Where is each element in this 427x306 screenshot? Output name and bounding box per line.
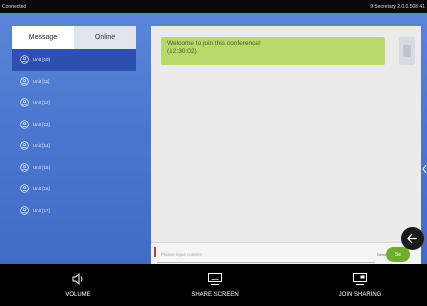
unit-list-item[interactable]: Unit [15] bbox=[12, 157, 136, 179]
unit-label: Unit [15] bbox=[33, 164, 50, 170]
chevron-left-icon[interactable] bbox=[422, 164, 427, 174]
unit-list-item[interactable]: Unit [11] bbox=[12, 71, 136, 93]
user-icon bbox=[20, 55, 29, 64]
app-main: Message Online Unit [10] Unit [11] Unit [1… bbox=[0, 13, 427, 264]
unit-label: Unit [16] bbox=[33, 186, 50, 192]
join-sharing-button[interactable]: JOIN SHARING bbox=[325, 264, 395, 306]
message-input[interactable] bbox=[157, 246, 375, 263]
unit-label: Unit [14] bbox=[33, 143, 50, 149]
monitor-icon bbox=[208, 273, 222, 285]
back-arrow-icon bbox=[407, 233, 417, 244]
message-text: Welcome to join this conference! bbox=[167, 40, 261, 47]
unit-list-item[interactable]: Unit [16] bbox=[12, 178, 136, 200]
message-input-bar: Send Se bbox=[151, 242, 421, 264]
user-icon bbox=[20, 141, 29, 150]
device-info: 9 Secretary 2.0.0.508 41 bbox=[370, 3, 425, 10]
unit-label: Unit [12] bbox=[33, 100, 50, 106]
user-icon bbox=[20, 184, 29, 193]
volume-button[interactable]: VOLUME bbox=[48, 264, 108, 306]
unit-label: Unit [10] bbox=[33, 57, 50, 63]
join-screen-icon bbox=[353, 273, 367, 285]
unit-label: Unit [17] bbox=[33, 207, 50, 213]
user-icon bbox=[20, 206, 29, 215]
user-icon bbox=[20, 77, 29, 86]
send-button[interactable]: Se bbox=[386, 247, 410, 262]
unit-list-item[interactable]: Unit [10] bbox=[12, 49, 136, 71]
unit-list-item[interactable]: Unit [12] bbox=[12, 92, 136, 114]
user-icon bbox=[20, 120, 29, 129]
status-bar: Connected 9 Secretary 2.0.0.508 41 bbox=[0, 0, 427, 13]
input-indicator bbox=[154, 247, 156, 257]
left-panel: Message Online Unit [10] Unit [11] Unit [1… bbox=[12, 26, 136, 264]
volume-label: VOLUME bbox=[65, 292, 91, 298]
user-icon bbox=[20, 163, 29, 172]
share-screen-label: SHARE SCREEN bbox=[191, 292, 239, 298]
bottom-toolbar: VOLUME SHARE SCREEN JOIN SHARING bbox=[0, 264, 427, 306]
tab-message[interactable]: Message bbox=[12, 26, 74, 49]
unit-label: Unit [13] bbox=[33, 121, 50, 127]
share-screen-button[interactable]: SHARE SCREEN bbox=[180, 264, 250, 306]
user-icon bbox=[20, 98, 29, 107]
send-hint: Send bbox=[377, 252, 387, 257]
chat-panel: Welcome to join this conference! (12:30:… bbox=[151, 26, 421, 264]
unit-list-item[interactable]: Unit [14] bbox=[12, 135, 136, 157]
unit-list-item[interactable]: Unit [13] bbox=[12, 114, 136, 136]
back-button[interactable] bbox=[401, 227, 424, 250]
message-time: (12:30:02) bbox=[167, 48, 197, 55]
join-sharing-label: JOIN SHARING bbox=[338, 292, 382, 298]
avatar bbox=[399, 37, 415, 65]
tab-bar: Message Online bbox=[12, 26, 136, 49]
speaker-icon bbox=[72, 272, 83, 286]
message-bubble: Welcome to join this conference! (12:30:… bbox=[161, 37, 385, 65]
unit-list-item[interactable]: Unit [17] bbox=[12, 200, 136, 222]
unit-label: Unit [11] bbox=[33, 78, 50, 84]
tab-online[interactable]: Online bbox=[74, 26, 136, 49]
unit-list: Unit [10] Unit [11] Unit [12] Unit [13] Unit… bbox=[12, 49, 136, 221]
connection-status: Connected bbox=[2, 3, 27, 10]
